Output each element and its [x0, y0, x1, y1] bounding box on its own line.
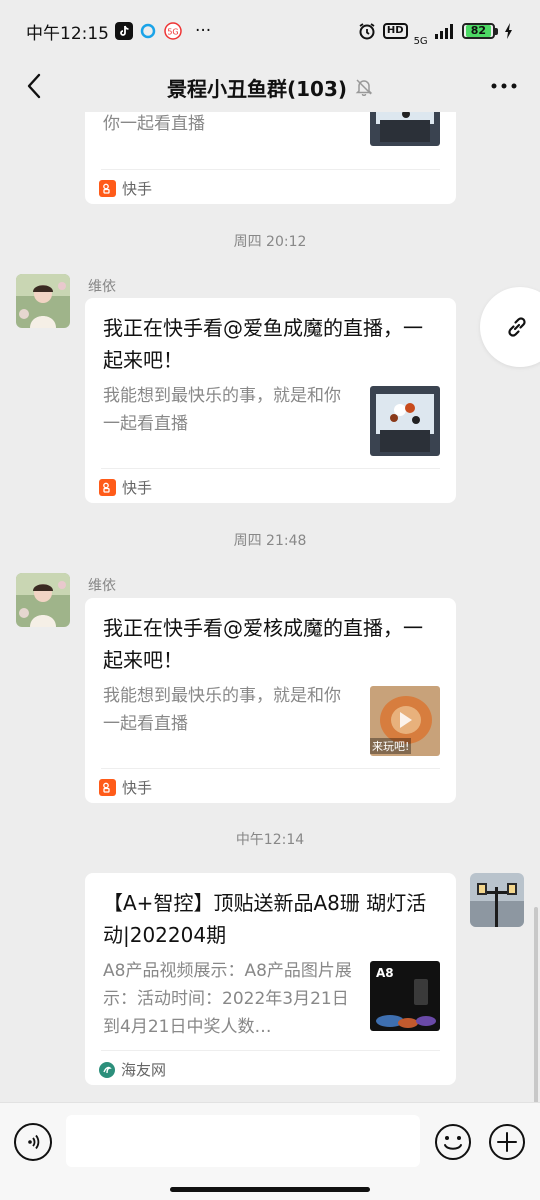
timestamp: 周四 20:12	[233, 234, 307, 250]
svg-text:5G: 5G	[167, 28, 178, 37]
card-desc: 我能想到最快乐的事，就是和你一起看直播	[103, 386, 341, 434]
battery-tip	[495, 27, 498, 35]
back-button[interactable]	[16, 68, 52, 104]
thumb-caption: A8	[376, 966, 394, 980]
alarm-icon	[357, 21, 377, 41]
kuaishou-icon	[99, 779, 116, 796]
message-card-1[interactable]: 我正在快手看@爱鱼成魔的直播，一起来吧！ 我能想到最快乐的事，就是和你一起看直播…	[85, 298, 456, 503]
avatar[interactable]	[16, 274, 70, 328]
haiyou-icon	[99, 1061, 115, 1078]
hd-badge: HD	[382, 23, 408, 39]
source-label: 快手	[122, 779, 153, 797]
emoji-icon	[435, 1124, 471, 1160]
message-card-0[interactable]: 你一起看直播 快手	[85, 112, 456, 204]
card-source: 快手	[99, 777, 152, 798]
card-divider	[101, 1050, 440, 1051]
input-bar	[0, 1102, 540, 1200]
battery-icon: 82	[461, 23, 495, 39]
timestamp: 周四 21:48	[233, 533, 307, 549]
sender-name: 维依	[88, 279, 116, 295]
link-icon	[508, 317, 526, 337]
status-more: ···	[195, 21, 212, 41]
card-source: 快手	[99, 178, 152, 199]
avatar[interactable]	[16, 573, 70, 627]
mute-bell-icon	[355, 79, 373, 96]
network-label: 5G	[413, 36, 428, 47]
card-title: 我正在快手看@爱核成魔的直播，一起来吧！	[103, 616, 423, 672]
home-indicator[interactable]	[170, 1187, 370, 1192]
source-label: 海友网	[121, 1061, 167, 1079]
plus-button[interactable]	[488, 1123, 526, 1161]
card-desc: A8产品视频展示：A8产品图片展示：活动时间：2022年3月21日到4月21日中…	[103, 961, 352, 1037]
floating-link-button[interactable]	[480, 287, 540, 367]
status-time: 中午12:15	[26, 23, 109, 44]
message-card-3[interactable]: 【A+智控】顶贴送新品A8珊 瑚灯活动|202204期 A8产品视频展示：A8产…	[85, 873, 456, 1085]
plus-icon	[489, 1124, 525, 1160]
back-arrow-icon	[27, 73, 41, 99]
card-divider	[101, 768, 440, 769]
message-input[interactable]	[66, 1115, 420, 1167]
card-desc: 我能想到最快乐的事，就是和你一起看直播	[103, 686, 341, 734]
timestamp: 中午12:14	[235, 832, 305, 848]
more-icon	[491, 83, 517, 89]
battery-level: 82	[465, 25, 491, 37]
title-bar: 景程小丑鱼群(103)	[0, 62, 540, 112]
status-left: 中午12:15 5G ···	[26, 19, 211, 44]
chat-area[interactable]: 你一起看直播 快手 周四 20:12 维依 我正在快手看@爱鱼成魔的直播，一起来…	[0, 112, 540, 1102]
scrollbar[interactable]	[534, 907, 538, 1102]
app-ring-icon	[139, 22, 157, 40]
kuaishou-icon	[99, 180, 116, 197]
source-label: 快手	[122, 479, 153, 497]
self-avatar[interactable]	[470, 873, 524, 927]
card-title: 【A+智控】顶贴送新品A8珊 瑚灯活动|202204期	[103, 891, 427, 947]
signal-icon	[434, 23, 456, 39]
5g-app-icon: 5G	[163, 22, 183, 40]
card-thumbnail: 来玩吧!	[370, 686, 440, 756]
voice-button[interactable]	[14, 1123, 52, 1161]
sender-name: 维依	[88, 578, 116, 594]
voice-icon	[28, 1134, 40, 1150]
card-thumbnail	[370, 112, 440, 146]
tiktok-icon	[115, 22, 133, 40]
thumb-caption: 来玩吧!	[370, 738, 412, 754]
card-source: 快手	[99, 477, 152, 498]
status-bar: 中午12:15 5G ··· HD 5G 82	[0, 0, 540, 62]
title-wrap: 景程小丑鱼群(103)	[167, 73, 373, 102]
card-source: 海友网	[99, 1059, 166, 1080]
more-button[interactable]	[484, 68, 524, 104]
kuaishou-icon	[99, 479, 116, 496]
emoji-button[interactable]	[434, 1123, 472, 1161]
card-thumbnail: A8	[370, 961, 440, 1031]
status-right: HD 5G 82	[357, 15, 514, 47]
chat-title: 景程小丑鱼群(103)	[166, 76, 348, 101]
charging-icon	[504, 23, 514, 39]
card-divider	[101, 169, 440, 170]
card-desc: 你一起看直播	[103, 114, 205, 134]
message-card-2[interactable]: 我正在快手看@爱核成魔的直播，一起来吧！ 我能想到最快乐的事，就是和你一起看直播…	[85, 598, 456, 803]
source-label: 快手	[122, 180, 153, 198]
card-title: 我正在快手看@爱鱼成魔的直播，一起来吧！	[103, 316, 423, 372]
card-divider	[101, 468, 440, 469]
card-thumbnail	[370, 386, 440, 456]
